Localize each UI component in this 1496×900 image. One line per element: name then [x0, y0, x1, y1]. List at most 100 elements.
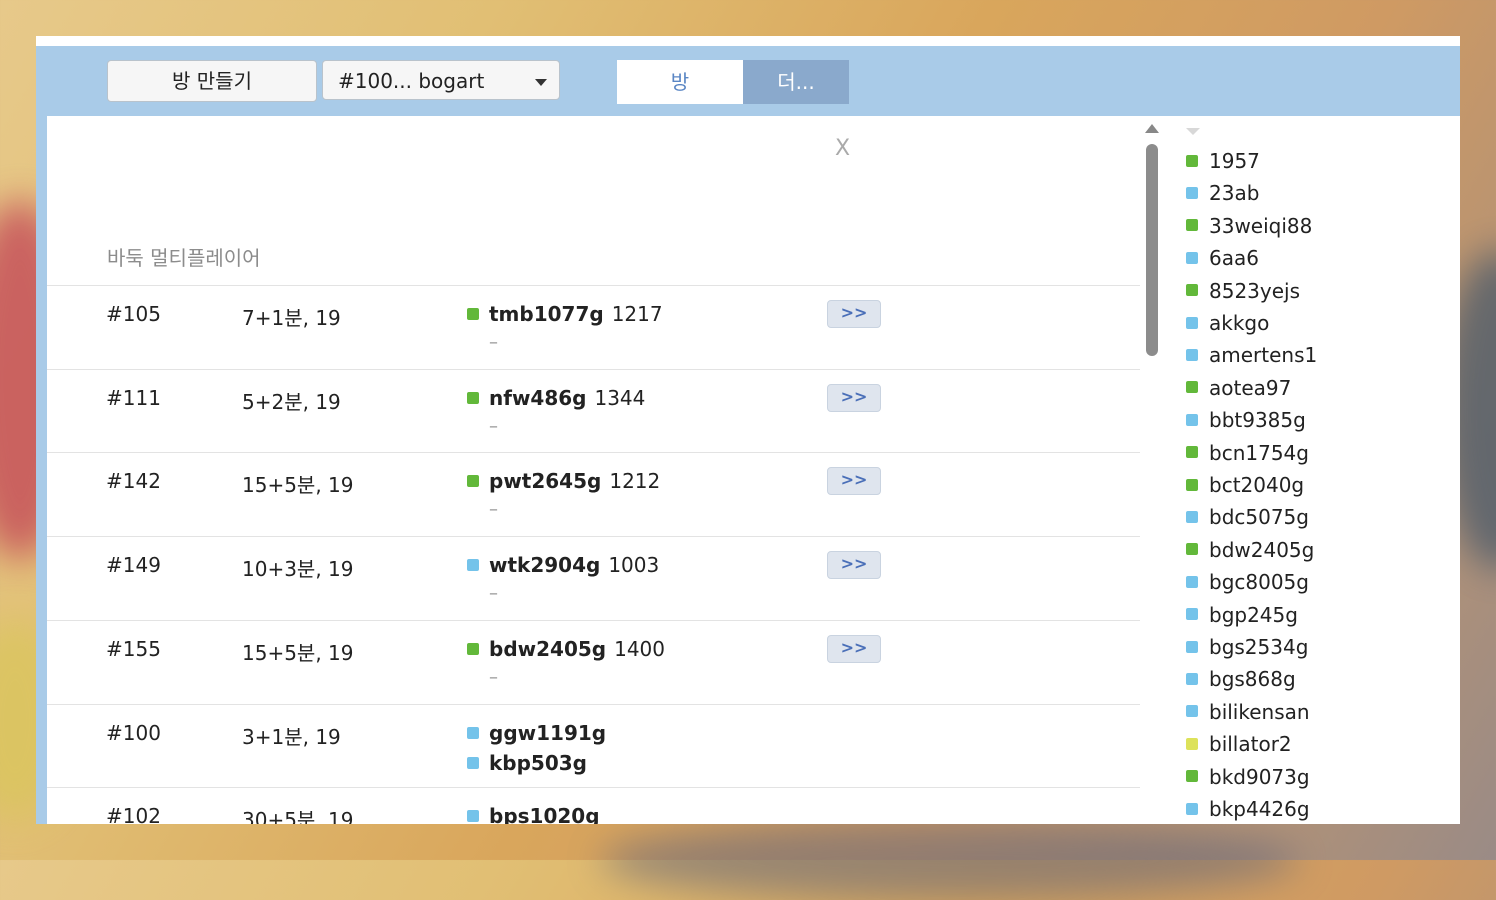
tab-more[interactable]: 더...: [743, 60, 849, 104]
room-player: kbp503g: [467, 751, 587, 775]
status-dot-icon: [467, 809, 479, 822]
user-list-item[interactable]: aotea97: [1186, 376, 1291, 400]
user-list-item[interactable]: bdw2405g: [1186, 538, 1314, 562]
user-list-item[interactable]: bgs2534g: [1186, 635, 1308, 659]
scroll-up-icon[interactable]: [1145, 124, 1159, 133]
user-name: bbt9385g: [1209, 408, 1306, 433]
user-name: 1957: [1209, 149, 1260, 173]
user-list-item[interactable]: 8523yejs: [1186, 279, 1300, 303]
status-dot-icon: [1186, 284, 1198, 297]
player-name[interactable]: nfw486g: [489, 386, 586, 410]
player-rating: 1400: [614, 637, 665, 661]
room-player: tmb1077g 1217: [467, 302, 663, 326]
room-number: #155: [106, 637, 161, 661]
join-room-button[interactable]: >>: [827, 467, 881, 495]
user-list-item[interactable]: 1957: [1186, 149, 1260, 173]
empty-opponent-slot: –: [489, 416, 498, 437]
status-dot-icon: [1186, 510, 1198, 523]
tab-room[interactable]: 방: [617, 60, 743, 104]
user-list-item[interactable]: bkp4426g: [1186, 797, 1310, 821]
user-list-item[interactable]: bgc8005g: [1186, 570, 1309, 594]
make-room-button[interactable]: 방 만들기: [107, 60, 317, 102]
room-row[interactable]: #149 10+3분, 19 wtk2904g 1003 – >>: [47, 536, 1140, 621]
chevron-down-icon: [535, 79, 547, 86]
close-icon[interactable]: X: [835, 136, 850, 161]
status-dot-icon: [1186, 640, 1198, 653]
room-time-control: 30+5분, 19: [242, 808, 354, 824]
status-dot-icon: [1186, 543, 1198, 556]
user-list-item[interactable]: bbt9385g: [1186, 408, 1306, 432]
room-list-scrollbar[interactable]: [1140, 116, 1164, 824]
user-name: bgs2534g: [1209, 635, 1309, 659]
user-list-item[interactable]: bdc5075g: [1186, 505, 1309, 529]
room-number: #105: [106, 302, 161, 326]
room-row[interactable]: #100 3+1분, 19 ggw1191g kbp503g: [47, 704, 1140, 788]
room-player: bdw2405g 1400: [467, 637, 665, 661]
room-number: #100: [106, 721, 161, 745]
user-name: aotea97: [1209, 375, 1292, 400]
status-dot-icon: [1186, 348, 1198, 361]
room-time-control: 10+3분, 19: [242, 557, 354, 581]
player-name[interactable]: bdw2405g: [489, 637, 606, 661]
user-name: bilikensan: [1209, 699, 1310, 724]
player-rating: 1217: [611, 302, 663, 326]
player-name[interactable]: kbp503g: [489, 751, 587, 775]
status-dot-icon: [1186, 219, 1198, 232]
status-dot-icon: [1186, 770, 1198, 783]
join-room-button[interactable]: >>: [827, 551, 881, 579]
room-time-control: 3+1분, 19: [242, 725, 341, 749]
sort-down-icon[interactable]: [1186, 128, 1200, 135]
join-room-button[interactable]: >>: [827, 300, 881, 328]
user-name: akkgo: [1209, 311, 1270, 335]
user-list-item[interactable]: 23ab: [1186, 181, 1259, 205]
status-dot-icon: [1186, 478, 1198, 491]
status-dot-icon: [1186, 381, 1198, 394]
player-name[interactable]: wtk2904g: [489, 553, 600, 577]
room-time-control: 15+5분, 19: [242, 641, 354, 665]
room-list-panel: X 바둑 멀티플레이어 #105 7+1분, 19 tmb1077g 1217 – >> #…: [47, 116, 1140, 824]
room-row[interactable]: #155 15+5분, 19 bdw2405g 1400 – >>: [47, 620, 1140, 705]
user-list-item[interactable]: akkgo: [1186, 311, 1269, 335]
room-player: nfw486g 1344: [467, 386, 645, 410]
player-name[interactable]: tmb1077g: [489, 302, 604, 326]
game-lobby-window: 방 만들기 #100... bogart 방 더... X 바둑 멀티플레이어 …: [36, 36, 1460, 824]
room-row[interactable]: #142 15+5분, 19 pwt2645g 1212 – >>: [47, 452, 1140, 537]
user-name: bkd9073g: [1209, 764, 1310, 789]
lobby-toolbar: 방 만들기 #100... bogart 방 더...: [36, 46, 1460, 116]
status-dot-icon: [1186, 705, 1198, 718]
room-time-control: 7+1분, 19: [242, 306, 341, 330]
room-time-control: 15+5분, 19: [242, 473, 354, 497]
user-list-item[interactable]: bgs868g: [1186, 667, 1296, 691]
join-room-button[interactable]: >>: [827, 384, 881, 412]
player-name[interactable]: ggw1191g: [489, 721, 606, 745]
user-list-item[interactable]: 33weiqi88: [1186, 214, 1312, 238]
room-row[interactable]: #111 5+2분, 19 nfw486g 1344 – >>: [47, 369, 1140, 453]
room-row[interactable]: #102 30+5분, 19 bps1020g: [47, 787, 1140, 824]
user-list-item[interactable]: bct2040g: [1186, 473, 1304, 497]
left-border-strip: [36, 116, 47, 824]
scroll-thumb[interactable]: [1146, 144, 1158, 356]
user-list-item[interactable]: bcn1754g: [1186, 441, 1309, 465]
join-room-button[interactable]: >>: [827, 635, 881, 663]
user-name: bdc5075g: [1209, 505, 1309, 530]
room-select-dropdown[interactable]: #100... bogart: [322, 60, 560, 100]
user-list-item[interactable]: 6aa6: [1186, 246, 1259, 270]
player-name[interactable]: pwt2645g: [489, 469, 601, 493]
status-dot-icon: [1186, 316, 1198, 329]
room-row[interactable]: #105 7+1분, 19 tmb1077g 1217 – >>: [47, 285, 1140, 370]
status-dot-icon: [1186, 608, 1198, 621]
user-list-item[interactable]: billator2: [1186, 732, 1292, 756]
user-name: 8523yejs: [1209, 278, 1301, 303]
status-dot-icon: [1186, 575, 1198, 588]
user-list-item[interactable]: bkd9073g: [1186, 765, 1310, 789]
status-dot-icon: [467, 391, 479, 404]
user-list-panel: 1957 23ab 33weiqi88 6aa6 8523yejs akkgo amerte…: [1164, 116, 1460, 824]
section-title: 바둑 멀티플레이어: [107, 246, 261, 270]
user-list-item[interactable]: bilikensan: [1186, 700, 1310, 724]
user-list-item[interactable]: bgp245g: [1186, 603, 1298, 627]
player-name[interactable]: bps1020g: [489, 804, 600, 824]
room-time-control: 5+2분, 19: [242, 390, 341, 414]
user-list-item[interactable]: amertens1: [1186, 343, 1317, 367]
user-name: bgs868g: [1209, 667, 1296, 692]
status-dot-icon: [467, 756, 479, 769]
